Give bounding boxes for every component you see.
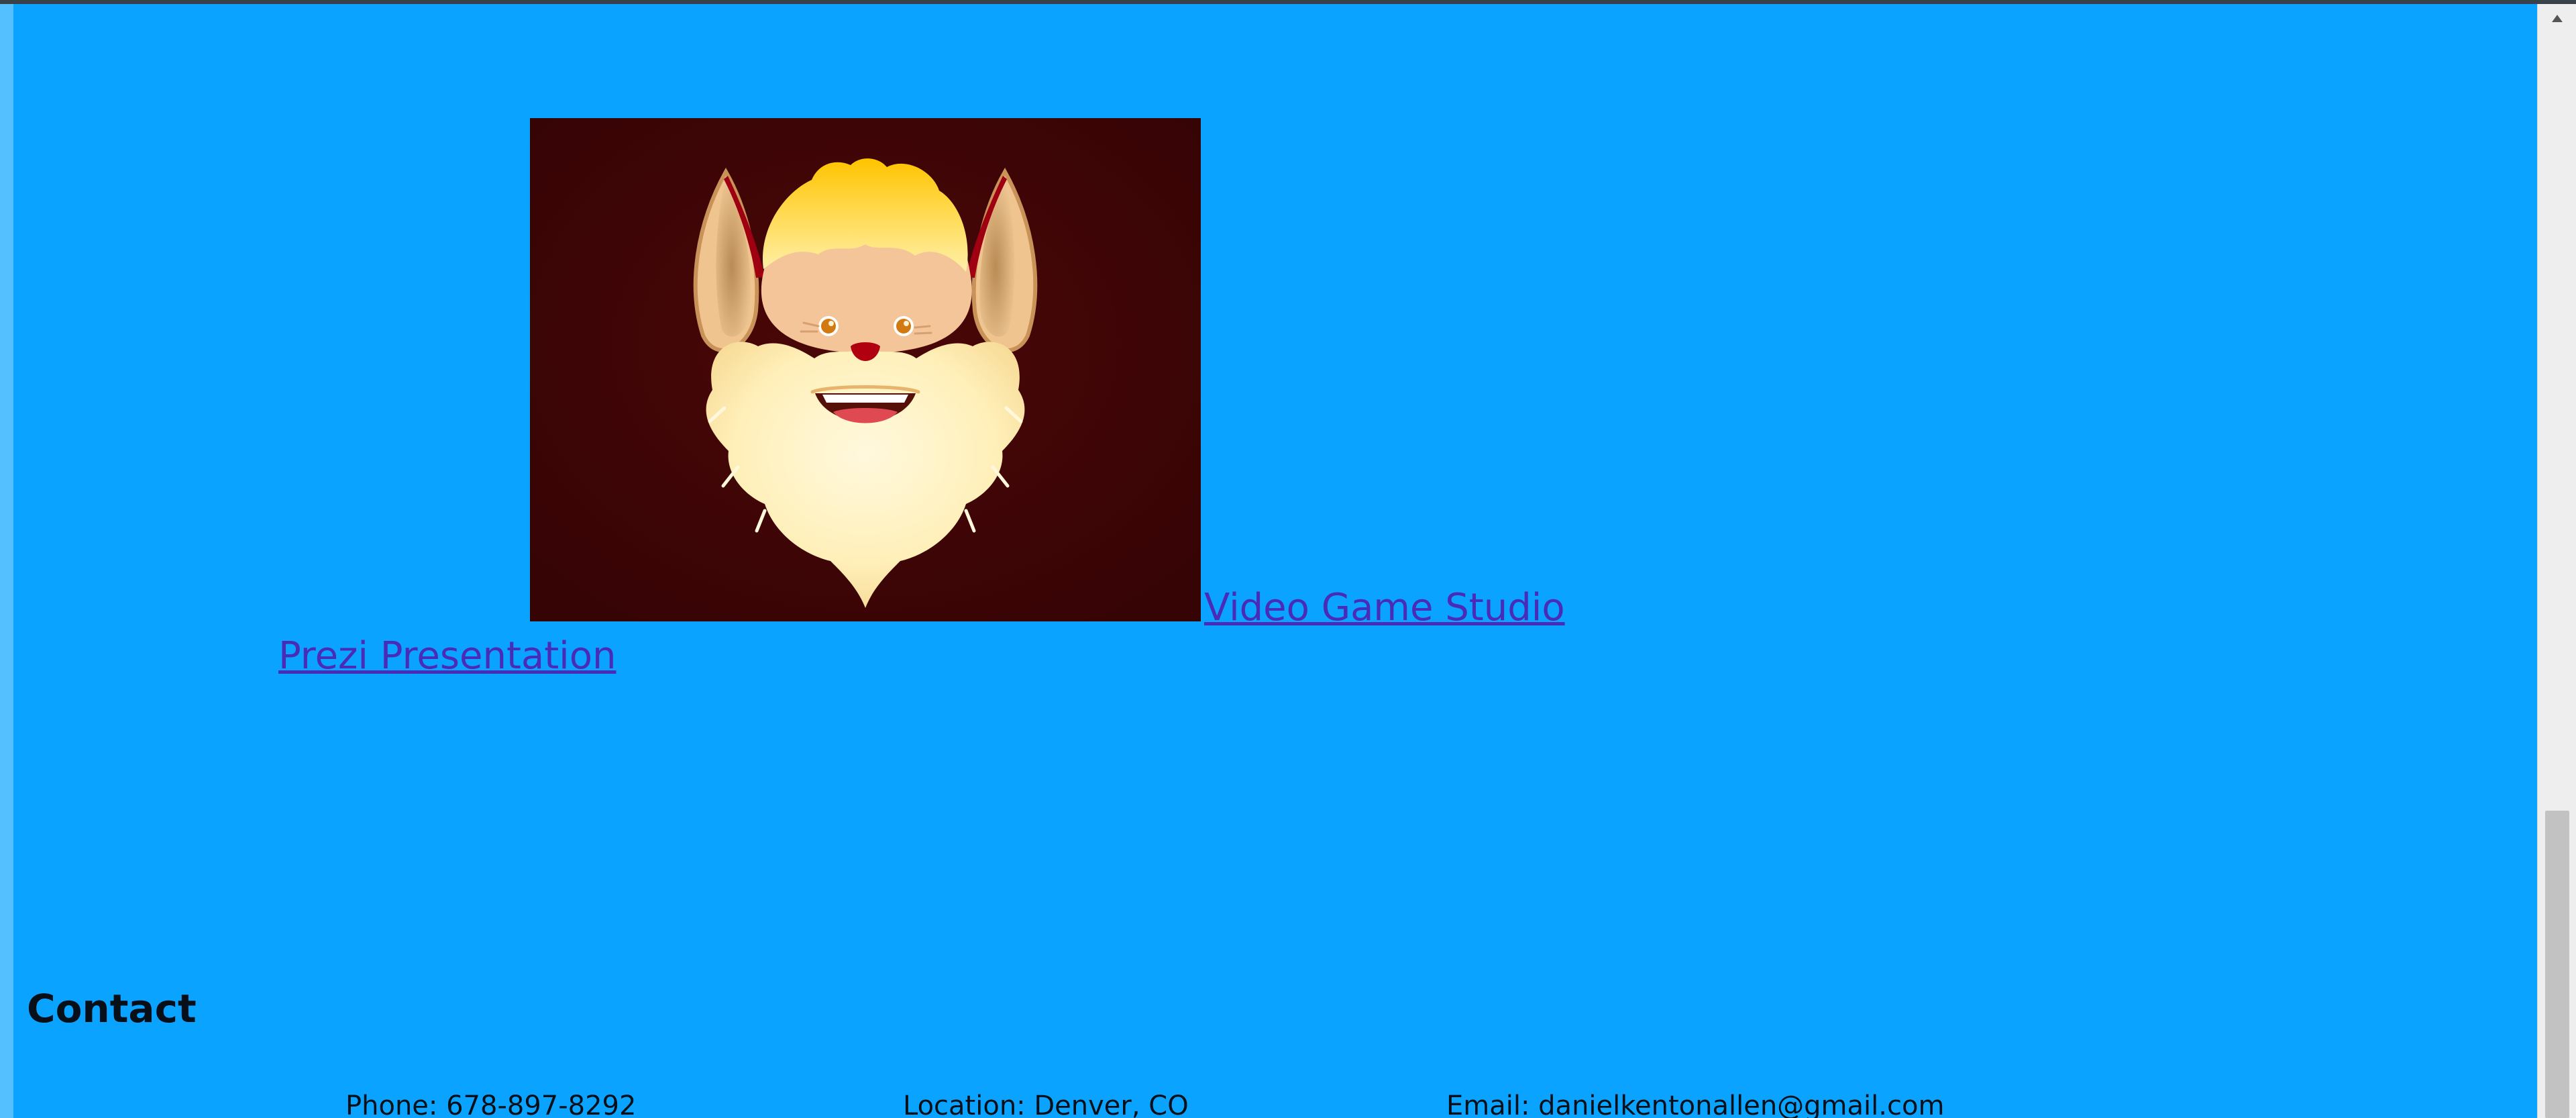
vertical-scrollbar[interactable]: [2537, 4, 2576, 1118]
mascot-image[interactable]: [530, 118, 1201, 621]
left-page-edge: [0, 4, 13, 1118]
email-contact: Email: danielkentonallen@gmail.com: [1446, 1090, 1945, 1118]
location-contact: Location: Denver, CO: [903, 1090, 1189, 1118]
prezi-presentation-link[interactable]: Prezi Presentation: [278, 638, 616, 675]
contact-heading: Contact: [27, 986, 197, 1031]
scroll-thumb[interactable]: [2545, 811, 2569, 1118]
phone-contact: Phone: 678-897-8292: [345, 1090, 637, 1118]
portfolio-page: Video Game Studio Prezi Presentation Con…: [13, 4, 2537, 1118]
scroll-up-icon[interactable]: [2538, 4, 2576, 36]
video-game-studio-link[interactable]: Video Game Studio: [1204, 589, 1565, 627]
